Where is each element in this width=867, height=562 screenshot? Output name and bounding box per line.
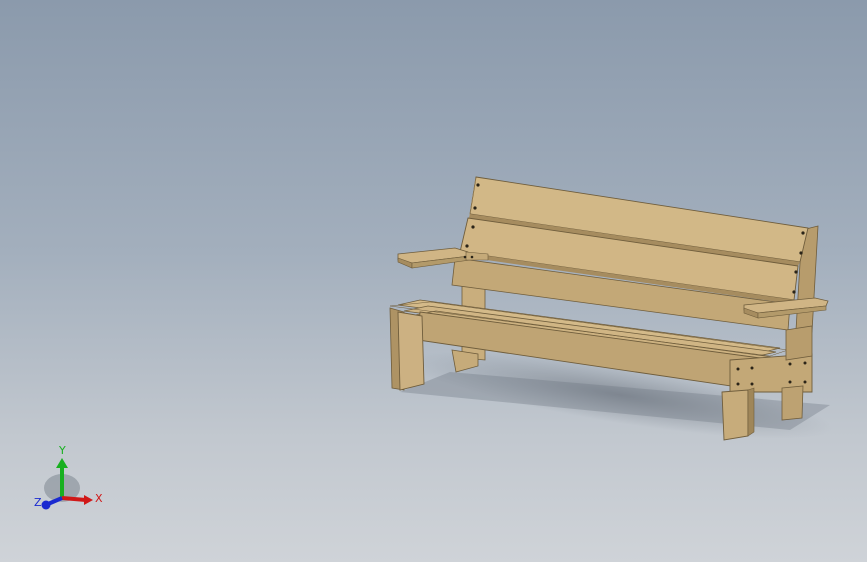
x-axis-line <box>61 496 87 502</box>
front-leg-right <box>721 387 755 441</box>
x-axis-label: X <box>95 492 103 505</box>
y-axis-label: Y <box>58 444 66 457</box>
axis-triad: Y X Z <box>34 444 103 510</box>
y-axis-arrow-icon <box>56 458 68 468</box>
right-end-block <box>729 325 813 393</box>
graphics-viewport[interactable]: Y X Z <box>0 0 867 562</box>
front-leg-left <box>389 307 425 391</box>
z-axis-arrow-icon <box>41 500 51 510</box>
rear-leg-right <box>781 385 804 421</box>
x-axis-arrow-icon <box>84 495 93 505</box>
z-axis-line <box>47 496 63 506</box>
z-axis-label: Z <box>34 496 42 509</box>
bench-model[interactable] <box>0 0 867 562</box>
